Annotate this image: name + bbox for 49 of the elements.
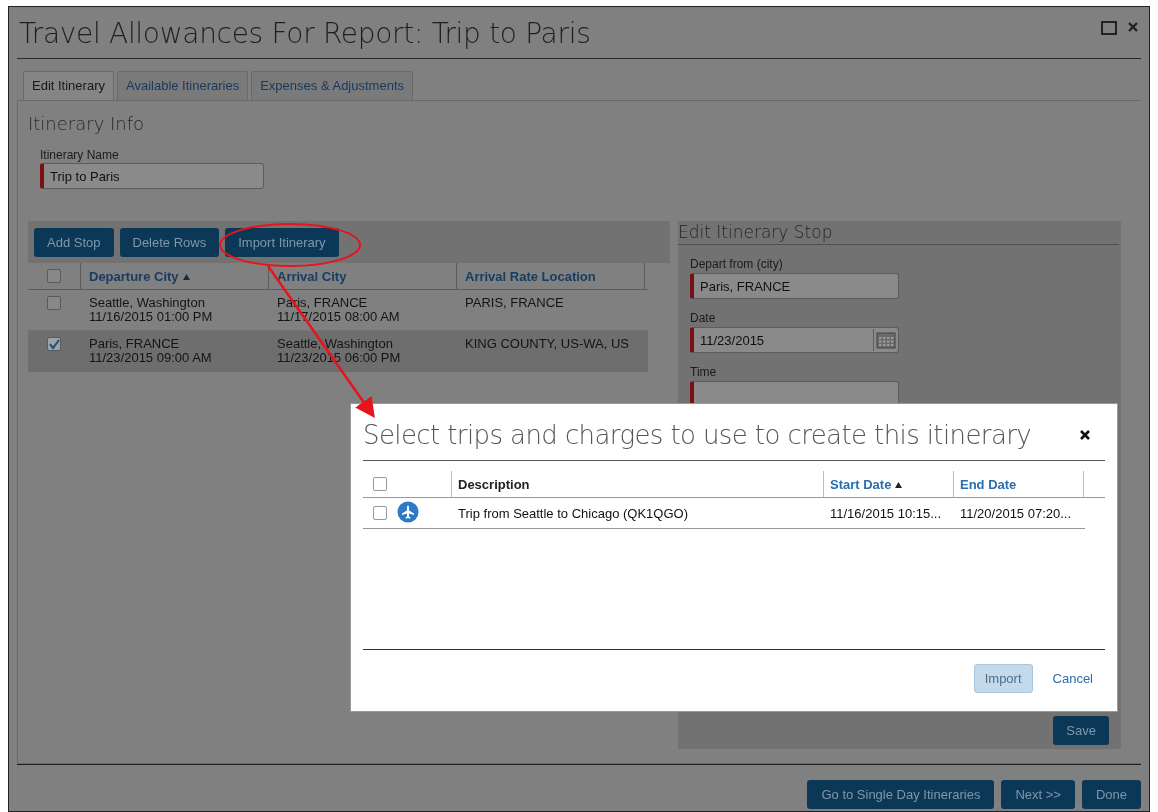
checkbox[interactable] [47,337,61,351]
field-label: Depart from (city) [690,257,784,271]
panel-heading: Edit Itinerary Stop [678,221,1119,245]
tab[interactable]: Expenses & Adjustments [251,71,413,100]
dialog-title: Select trips and charges to use to create this itinerary [363,420,1032,450]
footer-button[interactable]: Go to Single Day Itineraries [807,780,995,809]
itinerary-name-field[interactable]: Trip to Paris [40,163,264,189]
checkbox[interactable] [373,506,387,520]
table-cell-text: 11/20/2015 07:20... [959,505,1073,521]
cancel-link[interactable]: Cancel [1052,671,1093,686]
table-cell-text: Paris, FRANCE [89,337,181,351]
table-cell-text: PARIS, FRANCE [465,296,565,310]
toolbar-button[interactable]: Import Itinerary [225,227,339,257]
field-label: Time [690,365,718,379]
tab[interactable]: Edit Itinerary [23,71,114,101]
column-header[interactable]: Start Date [830,476,892,492]
footer-button[interactable]: Next >> [1001,780,1075,809]
table-cell-text: Seattle, Washington [89,296,206,310]
table-cell-text: 11/16/2015 01:00 PM [89,310,214,324]
field-label: Date [690,311,717,325]
toolbar-button[interactable]: Delete Rows [119,227,220,257]
close-icon[interactable] [1079,429,1091,441]
text-field[interactable]: Paris, FRANCE [690,273,899,299]
column-header[interactable]: Arrival Rate Location [465,268,596,284]
save-button[interactable]: Save [1053,716,1109,745]
field-label: Itinerary Name [40,148,120,162]
column-header[interactable]: Departure City [89,268,179,284]
column-header[interactable]: Arrival City [277,268,347,284]
column-header[interactable]: Description [458,476,530,492]
airplane-icon [397,500,419,523]
table-cell-text: 11/23/2015 09:00 AM [89,351,213,365]
table-cell-text: Trip from Seattle to Chicago (QK1QGO) [457,505,689,521]
column-header[interactable]: End Date [960,476,1017,492]
checkbox[interactable] [47,296,61,310]
checkbox[interactable] [47,269,61,283]
table-cell-text: 11/16/2015 10:15... [829,505,943,521]
table-cell-text: KING COUNTY, US-WA, US [465,337,630,351]
checkbox[interactable] [373,477,387,491]
maximize-icon[interactable] [1101,21,1117,35]
tab[interactable]: Available Itineraries [117,71,249,100]
window-title: Travel Allowances For Report: Trip to Paris [19,17,592,50]
section-heading: Itinerary Info [28,113,146,134]
sort-icon [182,274,190,280]
date-field[interactable]: 11/23/2015 [690,327,899,353]
calendar-icon[interactable] [873,329,898,351]
toolbar-button[interactable]: Add Stop [34,227,114,257]
table-cell-text: Seattle, Washington [277,337,394,351]
footer-button[interactable]: Done [1081,780,1141,809]
sort-icon [895,482,903,488]
